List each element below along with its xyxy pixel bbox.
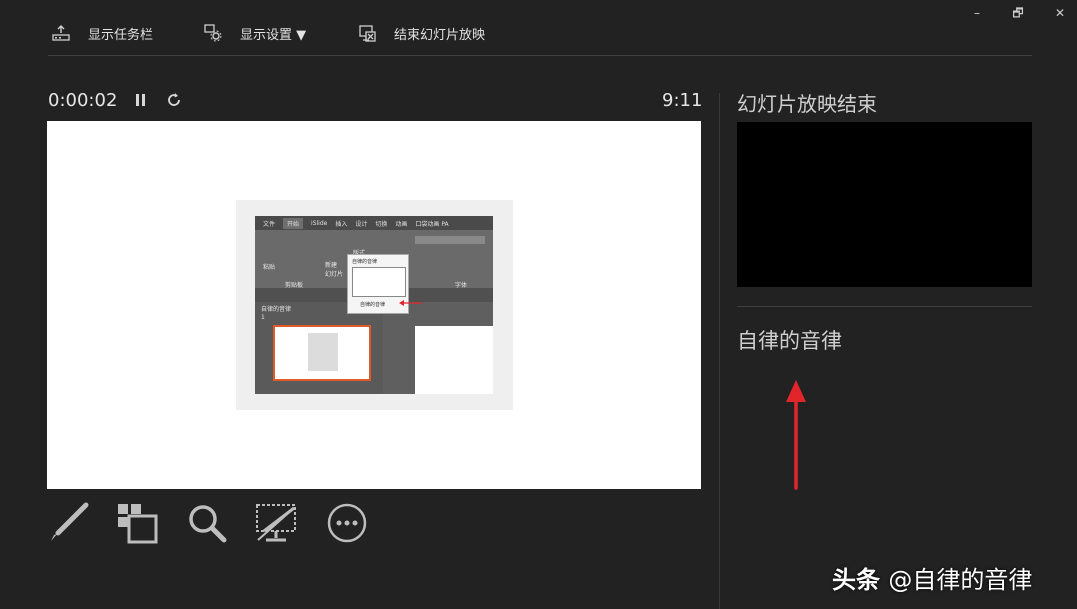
popup-title: 自律的音律 bbox=[352, 259, 378, 265]
thumbnail-image bbox=[308, 333, 338, 371]
show-taskbar-label: 显示任务栏 bbox=[88, 27, 154, 43]
next-slide-preview[interactable] bbox=[737, 122, 1032, 287]
pause-icon[interactable] bbox=[133, 92, 149, 108]
end-slideshow-label: 结束幻灯片放映 bbox=[394, 27, 486, 43]
taskbar-icon bbox=[52, 25, 70, 41]
pen-tool-button[interactable] bbox=[48, 502, 90, 544]
ribbon-tab: 口袋动画 PA bbox=[415, 220, 449, 228]
black-screen-icon bbox=[256, 504, 296, 542]
elapsed-timer: 0:00:02 bbox=[48, 90, 118, 111]
more-options-button[interactable] bbox=[326, 502, 368, 544]
ribbon-tab: 插入 bbox=[335, 220, 348, 228]
zoom-button[interactable] bbox=[186, 502, 228, 544]
display-settings-icon bbox=[204, 24, 222, 42]
pen-icon bbox=[51, 502, 89, 541]
ribbon-tab-active: 开始 bbox=[283, 217, 304, 229]
panel-divider bbox=[719, 93, 720, 609]
popup-caption: 自律的音律 bbox=[360, 302, 386, 308]
restore-button[interactable]: 🗗 bbox=[1009, 4, 1027, 22]
black-screen-button[interactable] bbox=[254, 502, 296, 544]
watermark: 头条 @自律的音律 bbox=[832, 560, 1032, 595]
see-all-slides-button[interactable] bbox=[116, 502, 158, 544]
popup-preview bbox=[352, 267, 406, 297]
thumb-number: 1 bbox=[261, 314, 265, 321]
end-show-icon bbox=[358, 24, 376, 42]
next-slide-label: 幻灯片放映结束 bbox=[737, 92, 877, 116]
minimize-button[interactable]: – bbox=[968, 4, 986, 22]
restart-icon[interactable] bbox=[166, 92, 182, 108]
zoom-icon bbox=[189, 505, 227, 543]
watermark-brand: 头条 bbox=[832, 566, 880, 594]
watermark-handle: @自律的音律 bbox=[888, 566, 1033, 594]
ribbon-tab: 文件 bbox=[263, 220, 276, 228]
slide-canvas bbox=[415, 326, 493, 394]
slide-screenshot: 文件 开始 iSlide 插入 设计 切换 动画 口袋动画 PA 粘贴 新建 幻… bbox=[236, 200, 513, 410]
notes-divider bbox=[737, 306, 1032, 307]
slide-thumbnail bbox=[273, 325, 371, 381]
current-slide[interactable]: 文件 开始 iSlide 插入 设计 切换 动画 口袋动画 PA 粘贴 新建 幻… bbox=[47, 121, 701, 489]
close-button[interactable]: ✕ bbox=[1051, 4, 1069, 22]
red-arrow-icon bbox=[399, 300, 422, 306]
display-settings-button[interactable]: 显示设置 ▼ bbox=[204, 22, 306, 44]
ribbon-tab: 动画 bbox=[395, 220, 408, 228]
powerpoint-window: 文件 开始 iSlide 插入 设计 切换 动画 口袋动画 PA 粘贴 新建 幻… bbox=[255, 216, 493, 394]
clock: 9:11 bbox=[662, 90, 703, 111]
display-settings-label: 显示设置 ▼ bbox=[240, 27, 307, 43]
layout-popup: 自律的音律 自律的音律 bbox=[347, 254, 422, 314]
ribbon-tab: iSlide bbox=[311, 219, 328, 227]
show-taskbar-button[interactable]: 显示任务栏 bbox=[52, 22, 153, 44]
paste-label: 粘贴 bbox=[263, 264, 276, 271]
toolbar-divider bbox=[48, 55, 1032, 56]
ribbon-tabs: 文件 开始 iSlide 插入 设计 切换 动画 口袋动画 PA bbox=[255, 216, 493, 230]
ribbon-tab: 设计 bbox=[355, 220, 368, 228]
section-label: 自律的音律 bbox=[261, 306, 292, 313]
end-slideshow-button[interactable]: 结束幻灯片放映 bbox=[358, 22, 485, 44]
ribbon-tab: 切换 bbox=[375, 220, 388, 228]
font-box bbox=[415, 236, 485, 244]
new-slide-label: 新建 幻灯片 bbox=[325, 262, 344, 278]
see-all-slides-icon bbox=[118, 504, 158, 544]
red-arrow-icon bbox=[786, 380, 806, 490]
more-options-icon bbox=[327, 503, 367, 543]
speaker-notes[interactable]: 自律的音律 bbox=[737, 325, 842, 355]
